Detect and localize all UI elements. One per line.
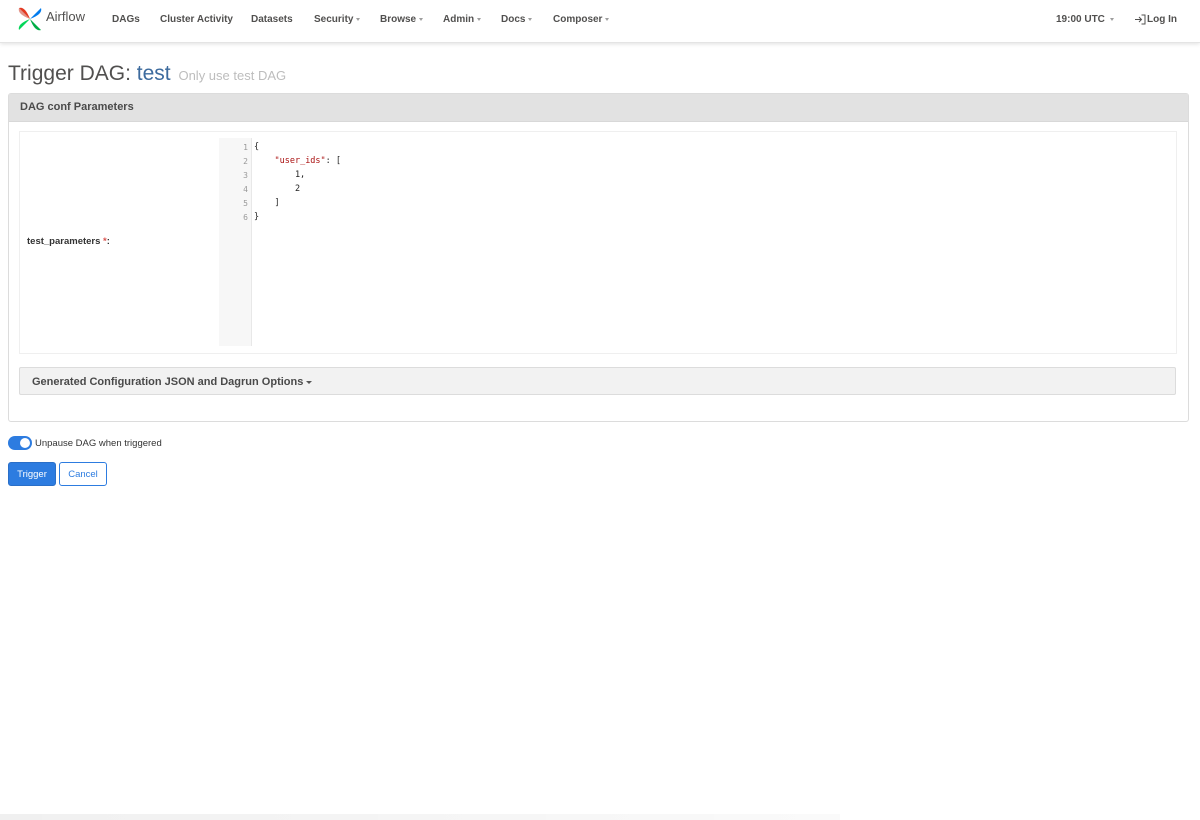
chevron-down-icon: [1109, 17, 1114, 21]
dag-description: Only use test DAG: [178, 68, 287, 83]
dag-conf-panel: DAG conf Parameters test_parameters *: 1…: [8, 93, 1189, 422]
line-number-gutter: 1 2 3 4 5 6: [219, 138, 252, 346]
caret-down-icon: [306, 380, 313, 384]
code-line: }: [254, 212, 260, 222]
code-line: 1,: [254, 170, 306, 180]
airflow-logo-icon: [18, 7, 42, 31]
cancel-button[interactable]: Cancel: [59, 462, 107, 486]
nav-composer[interactable]: Composer: [553, 14, 610, 25]
toggle-knob: [20, 438, 30, 448]
json-editor[interactable]: 1 2 3 4 5 6 { "user_ids": [ 1, 2 ] }: [219, 138, 1173, 346]
nav-dags[interactable]: DAGs: [112, 14, 140, 25]
login-link[interactable]: Log In: [1134, 14, 1177, 25]
line-number: 5: [243, 199, 248, 208]
bottom-shadow: [0, 814, 840, 820]
line-number: 2: [243, 157, 248, 166]
line-number: 4: [243, 185, 248, 194]
title-prefix: Trigger DAG:: [8, 62, 131, 85]
line-number: 3: [243, 171, 248, 180]
param-row: test_parameters *: 1 2 3 4 5 6 { "user_i…: [19, 131, 1177, 354]
nav-security[interactable]: Security: [314, 14, 361, 25]
code-line: 2: [254, 184, 301, 194]
chevron-down-icon: [477, 17, 482, 21]
airflow-logo-link[interactable]: Airflow: [16, 5, 85, 33]
timezone-dropdown[interactable]: 19:00 UTC: [1056, 14, 1114, 25]
nav-browse[interactable]: Browse: [380, 14, 424, 25]
unpause-toggle-row: Unpause DAG when triggered: [8, 436, 162, 450]
param-label: test_parameters *:: [27, 236, 110, 247]
page-title: Trigger DAG: test Only use test DAG: [8, 62, 286, 86]
navbar: Airflow DAGs Cluster Activity Datasets S…: [0, 0, 1200, 43]
code-line: {: [254, 142, 260, 152]
nav-docs[interactable]: Docs: [501, 14, 533, 25]
line-number: 1: [243, 143, 248, 152]
login-icon: [1135, 14, 1146, 25]
chevron-down-icon: [528, 17, 533, 21]
nav-admin[interactable]: Admin: [443, 14, 482, 25]
brand-name: Airflow: [46, 8, 86, 24]
chevron-down-icon: [356, 17, 361, 21]
unpause-toggle[interactable]: [8, 436, 32, 450]
dag-id-link[interactable]: test: [137, 62, 171, 85]
panel-heading: DAG conf Parameters: [9, 94, 1188, 122]
trigger-button[interactable]: Trigger: [8, 462, 56, 486]
code-line: "user_ids": [: [274, 156, 342, 166]
chevron-down-icon: [605, 17, 610, 21]
nav-datasets[interactable]: Datasets: [251, 14, 293, 25]
unpause-label: Unpause DAG when triggered: [35, 437, 162, 449]
nav-cluster-activity[interactable]: Cluster Activity: [160, 14, 233, 25]
line-number: 6: [243, 213, 248, 222]
chevron-down-icon: [419, 17, 424, 21]
code-line: ]: [254, 198, 280, 208]
generated-config-toggle[interactable]: Generated Configuration JSON and Dagrun …: [19, 367, 1176, 395]
